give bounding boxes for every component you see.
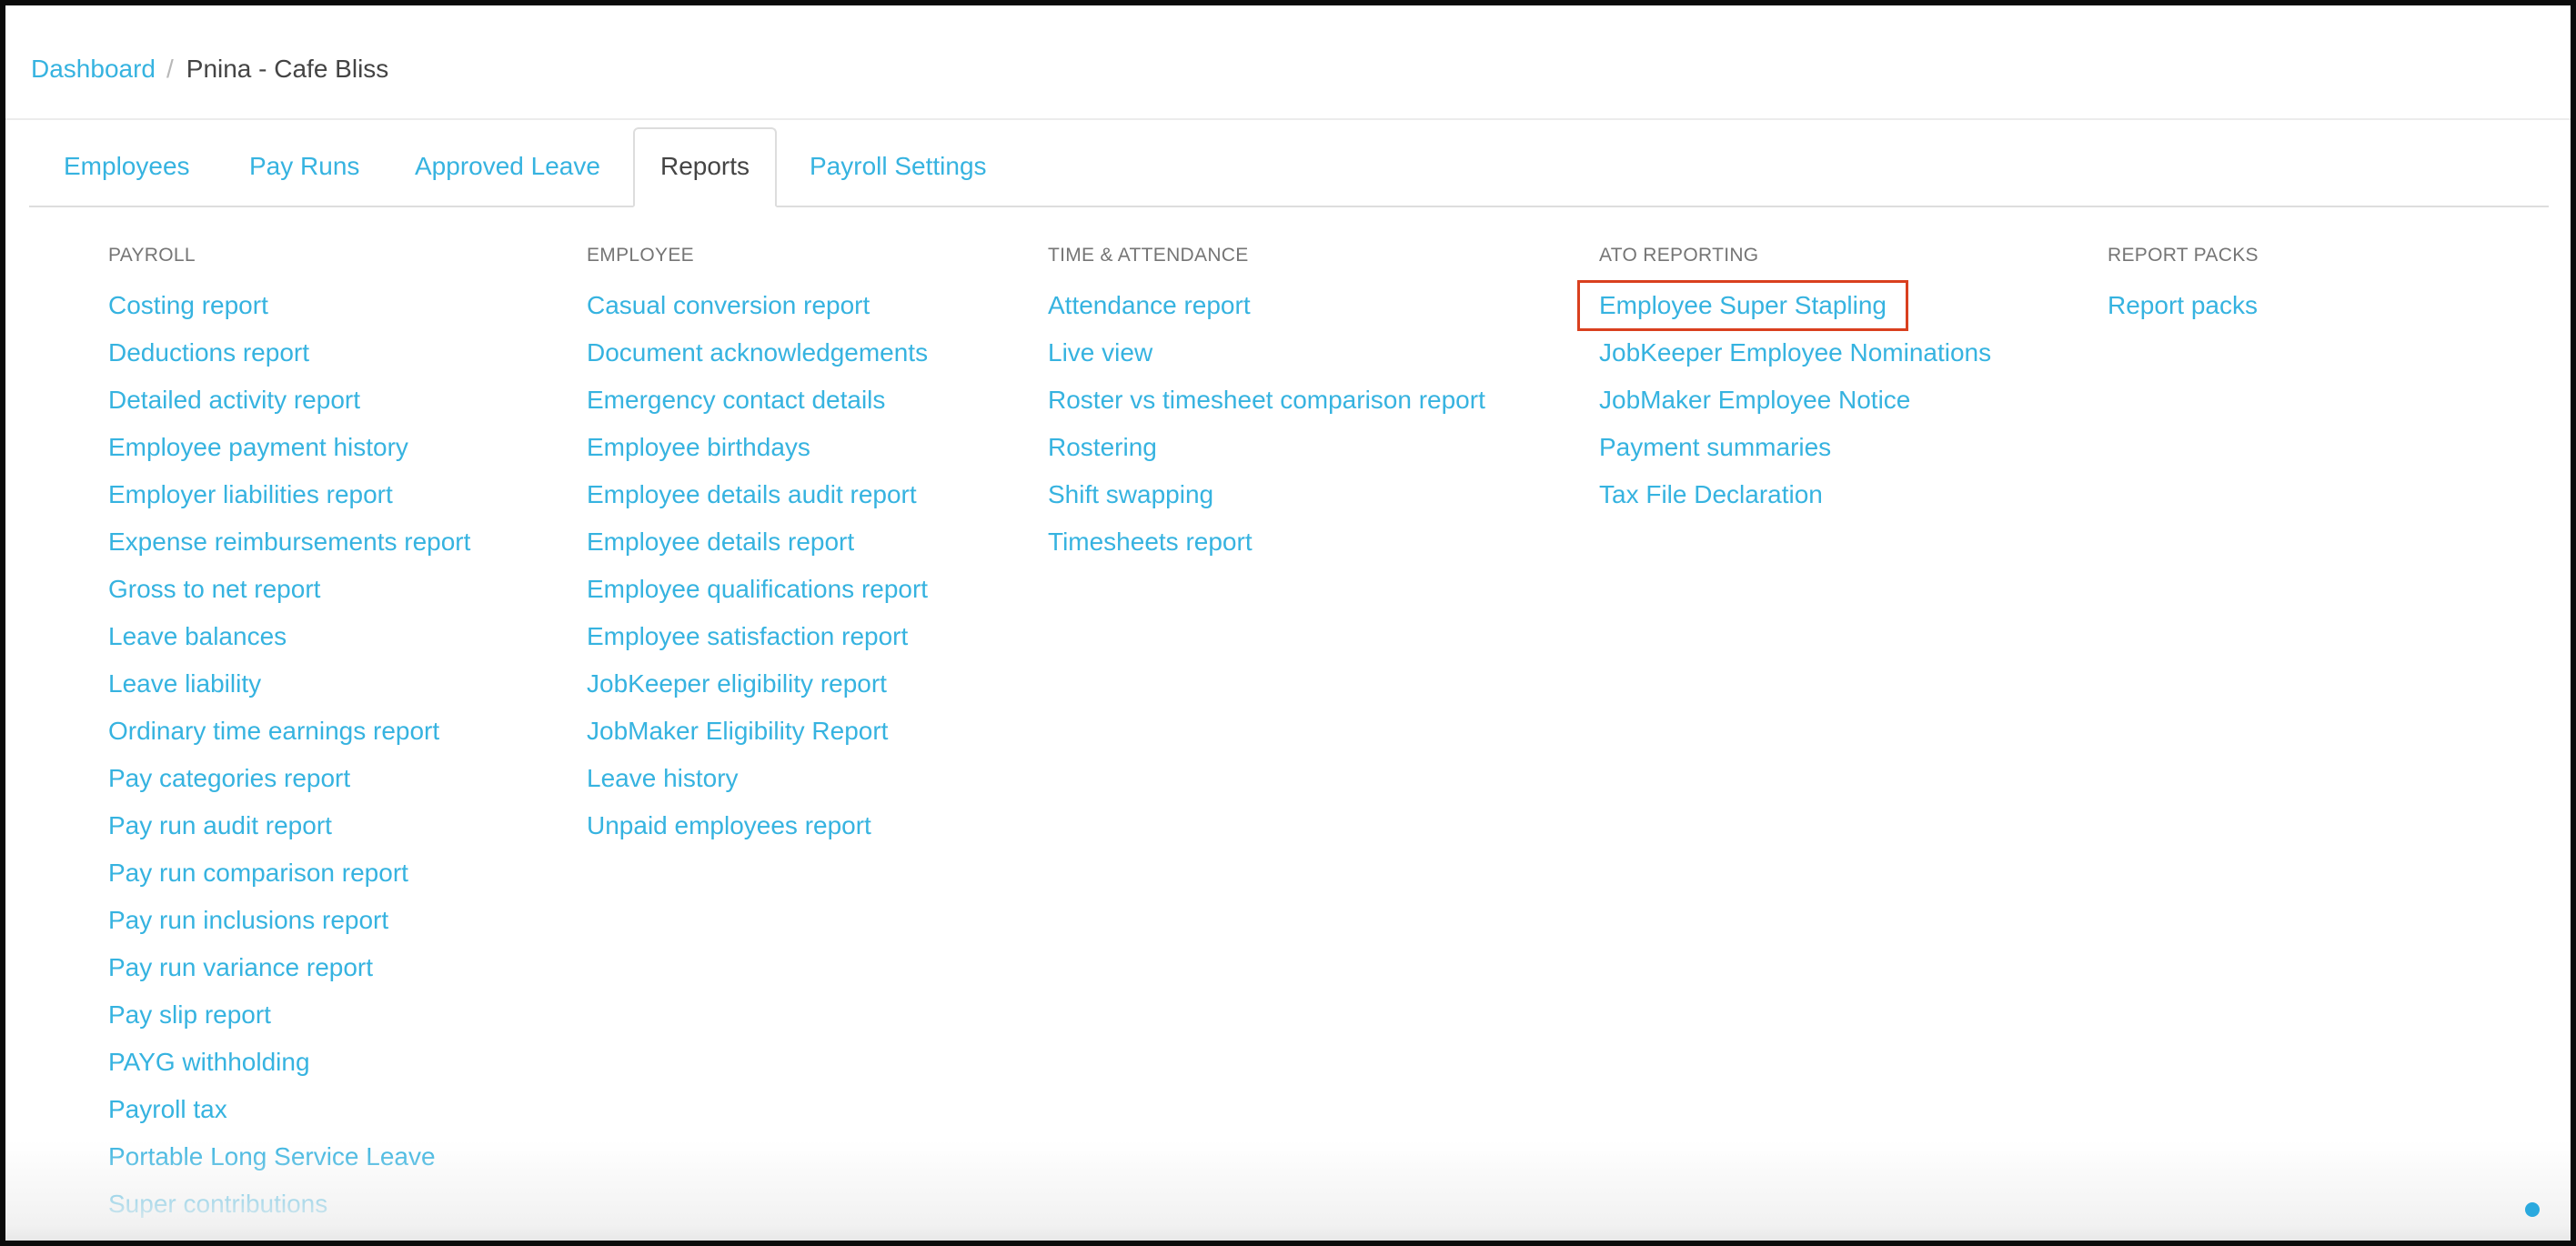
report-link-super-contributions[interactable]: Super contributions <box>108 1181 470 1228</box>
report-link-employee-super-stapling[interactable]: Employee Super Stapling <box>1577 280 1991 331</box>
employee-heading: EMPLOYEE <box>587 245 694 266</box>
report-link-costing[interactable]: Costing report <box>108 282 470 329</box>
report-link-payg-withholding[interactable]: PAYG withholding <box>108 1039 470 1086</box>
report-link-jobkeeper-employee-nominations[interactable]: JobKeeper Employee Nominations <box>1599 329 1991 377</box>
report-link-attendance[interactable]: Attendance report <box>1048 282 1485 329</box>
report-link-emergency-contact-details[interactable]: Emergency contact details <box>587 377 928 424</box>
report-link-gross-to-net[interactable]: Gross to net report <box>108 566 470 613</box>
report-link-portable-long-service-leave[interactable]: Portable Long Service Leave <box>108 1133 470 1181</box>
scroll-indicator-dot-icon[interactable] <box>2525 1202 2540 1217</box>
breadcrumb-current: Pnina - Cafe Bliss <box>186 55 389 83</box>
tab-employees[interactable]: Employees <box>64 127 190 206</box>
report-link-pay-run-comparison[interactable]: Pay run comparison report <box>108 849 470 897</box>
report-link-employee-satisfaction[interactable]: Employee satisfaction report <box>587 613 928 660</box>
report-link-employee-birthdays[interactable]: Employee birthdays <box>587 424 928 471</box>
tab-reports[interactable]: Reports <box>633 127 777 207</box>
report-link-jobmaker-eligibility[interactable]: JobMaker Eligibility Report <box>587 708 928 755</box>
report-link-pay-run-variance[interactable]: Pay run variance report <box>108 944 470 991</box>
payroll-heading: PAYROLL <box>108 245 196 266</box>
tab-payroll-settings[interactable]: Payroll Settings <box>810 127 987 206</box>
report-link-employee-details[interactable]: Employee details report <box>587 518 928 566</box>
report-link-pay-run-audit[interactable]: Pay run audit report <box>108 802 470 849</box>
report-packs-heading: REPORT PACKS <box>2108 245 2259 266</box>
report-link-pay-run-inclusions[interactable]: Pay run inclusions report <box>108 897 470 944</box>
report-link-expense-reimbursements[interactable]: Expense reimbursements report <box>108 518 470 566</box>
breadcrumb-dashboard-link[interactable]: Dashboard <box>31 55 156 83</box>
ato-reporting-heading: ATO REPORTING <box>1599 245 1759 266</box>
report-link-employee-qualifications[interactable]: Employee qualifications report <box>587 566 928 613</box>
report-link-pay-categories[interactable]: Pay categories report <box>108 755 470 802</box>
ato-reporting-column: ATO REPORTING Employee Super Stapling Jo… <box>1577 240 1991 518</box>
employee-column: EMPLOYEE Casual conversion report Docume… <box>587 240 928 849</box>
report-link-leave-liability[interactable]: Leave liability <box>108 660 470 708</box>
report-link-pay-slip[interactable]: Pay slip report <box>108 991 470 1039</box>
report-link-deductions[interactable]: Deductions report <box>108 329 470 377</box>
report-link-unpaid-employees[interactable]: Unpaid employees report <box>587 802 928 849</box>
time-attendance-heading: TIME & ATTENDANCE <box>1048 245 1249 266</box>
report-link-report-packs[interactable]: Report packs <box>2108 282 2259 329</box>
report-link-ordinary-time-earnings[interactable]: Ordinary time earnings report <box>108 708 470 755</box>
report-link-payment-summaries[interactable]: Payment summaries <box>1599 424 1991 471</box>
report-link-employee-payment-history[interactable]: Employee payment history <box>108 424 470 471</box>
report-link-employee-details-audit[interactable]: Employee details audit report <box>587 471 928 518</box>
report-link-jobkeeper-eligibility[interactable]: JobKeeper eligibility report <box>587 660 928 708</box>
payroll-column: PAYROLL Costing report Deductions report… <box>108 240 470 1241</box>
report-link-rostering[interactable]: Rostering <box>1048 424 1485 471</box>
tab-bar: Employees Pay Runs Approved Leave Report… <box>29 127 2549 207</box>
tab-pay-runs[interactable]: Pay Runs <box>249 127 359 206</box>
report-link-jobmaker-employee-notice[interactable]: JobMaker Employee Notice <box>1599 377 1991 424</box>
breadcrumb: Dashboard / Pnina - Cafe Bliss <box>31 51 388 87</box>
report-link-live-view[interactable]: Live view <box>1048 329 1485 377</box>
app-window: Dashboard / Pnina - Cafe Bliss Employees P… <box>0 0 2576 1246</box>
report-link-detailed-activity[interactable]: Detailed activity report <box>108 377 470 424</box>
report-link-roster-vs-timesheet[interactable]: Roster vs timesheet comparison report <box>1048 377 1485 424</box>
report-link-employer-liabilities[interactable]: Employer liabilities report <box>108 471 470 518</box>
report-link-leave-history[interactable]: Leave history <box>587 755 928 802</box>
report-link-super-payments[interactable]: Super payments <box>108 1228 470 1241</box>
tab-approved-leave[interactable]: Approved Leave <box>415 127 600 206</box>
report-link-tax-file-declaration[interactable]: Tax File Declaration <box>1599 471 1991 518</box>
report-link-payroll-tax[interactable]: Payroll tax <box>108 1086 470 1133</box>
time-attendance-column: TIME & ATTENDANCE Attendance report Live… <box>1048 240 1485 566</box>
employee-super-stapling-label: Employee Super Stapling <box>1599 291 1887 319</box>
report-link-casual-conversion[interactable]: Casual conversion report <box>587 282 928 329</box>
report-packs-column: REPORT PACKS Report packs <box>2108 240 2259 329</box>
report-link-shift-swapping[interactable]: Shift swapping <box>1048 471 1485 518</box>
report-link-document-acknowledgements[interactable]: Document acknowledgements <box>587 329 928 377</box>
breadcrumb-separator: / <box>166 55 174 83</box>
header-divider <box>5 118 2571 120</box>
report-link-timesheets[interactable]: Timesheets report <box>1048 518 1485 566</box>
report-link-leave-balances[interactable]: Leave balances <box>108 613 470 660</box>
